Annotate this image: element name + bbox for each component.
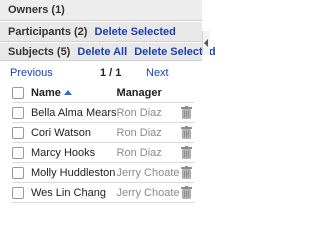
- name-column-header[interactable]: Name: [30, 83, 117, 103]
- table-row: Wes Lin Chang Jerry Choate: [12, 182, 194, 203]
- subjects-delete-all-link[interactable]: Delete All: [77, 46, 127, 58]
- previous-page-link[interactable]: Previous: [10, 67, 53, 79]
- next-page-link[interactable]: Next: [146, 67, 169, 79]
- row-manager: Jerry Choate: [116, 182, 180, 203]
- row-manager: Jerry Choate: [116, 162, 180, 183]
- subjects-table: Name Manager Bella Alma Mears Ron Diaz C…: [12, 83, 194, 203]
- row-name: Wes Lin Chang: [30, 182, 117, 203]
- participants-header[interactable]: Participants (2) Delete Selected: [0, 22, 202, 42]
- trash-icon[interactable]: [179, 162, 194, 183]
- row-manager: Ron Diaz: [116, 102, 180, 123]
- trash-icon[interactable]: [179, 142, 194, 163]
- trash-icon[interactable]: [179, 102, 194, 123]
- row-checkbox[interactable]: [12, 126, 24, 139]
- table-row: Cori Watson Ron Diaz: [12, 122, 194, 143]
- panel-collapse-tab[interactable]: [202, 31, 210, 55]
- manager-column-label: Manager: [116, 86, 162, 99]
- row-name: Marcy Hooks: [30, 142, 117, 163]
- row-name: Bella Alma Mears: [30, 102, 117, 123]
- row-checkbox[interactable]: [12, 166, 24, 179]
- sort-ascending-icon: [63, 90, 72, 96]
- owners-header[interactable]: Owners (1): [0, 0, 202, 21]
- manager-column-header: Manager: [116, 83, 180, 103]
- owners-label: Owners (1): [8, 4, 65, 16]
- row-checkbox[interactable]: [12, 186, 24, 199]
- participants-label: Participants (2): [8, 26, 88, 38]
- table-row: Marcy Hooks Ron Diaz: [12, 142, 194, 163]
- subjects-header[interactable]: Subjects (5) Delete All Delete Selected: [0, 43, 216, 61]
- page-indicator: 1 / 1: [100, 67, 122, 79]
- table-header-row: Name Manager: [12, 83, 194, 103]
- select-all-checkbox[interactable]: [12, 86, 24, 99]
- pager: Previous 1 / 1 Next: [10, 67, 180, 81]
- row-checkbox[interactable]: [12, 106, 24, 119]
- row-checkbox[interactable]: [12, 146, 24, 159]
- row-manager: Ron Diaz: [116, 122, 180, 143]
- trash-icon[interactable]: [179, 122, 194, 143]
- select-all-cell: [12, 83, 31, 103]
- chevron-left-icon: [204, 39, 208, 47]
- row-manager: Ron Diaz: [116, 142, 180, 163]
- table-row: Bella Alma Mears Ron Diaz: [12, 102, 194, 123]
- row-name: Molly Huddleston: [30, 162, 117, 183]
- row-name: Cori Watson: [30, 122, 117, 143]
- participants-delete-selected-link[interactable]: Delete Selected: [95, 26, 176, 38]
- table-row: Molly Huddleston Jerry Choate: [12, 162, 194, 183]
- subjects-label: Subjects (5): [8, 46, 71, 58]
- trash-icon[interactable]: [179, 182, 194, 203]
- name-column-label: Name: [30, 86, 61, 99]
